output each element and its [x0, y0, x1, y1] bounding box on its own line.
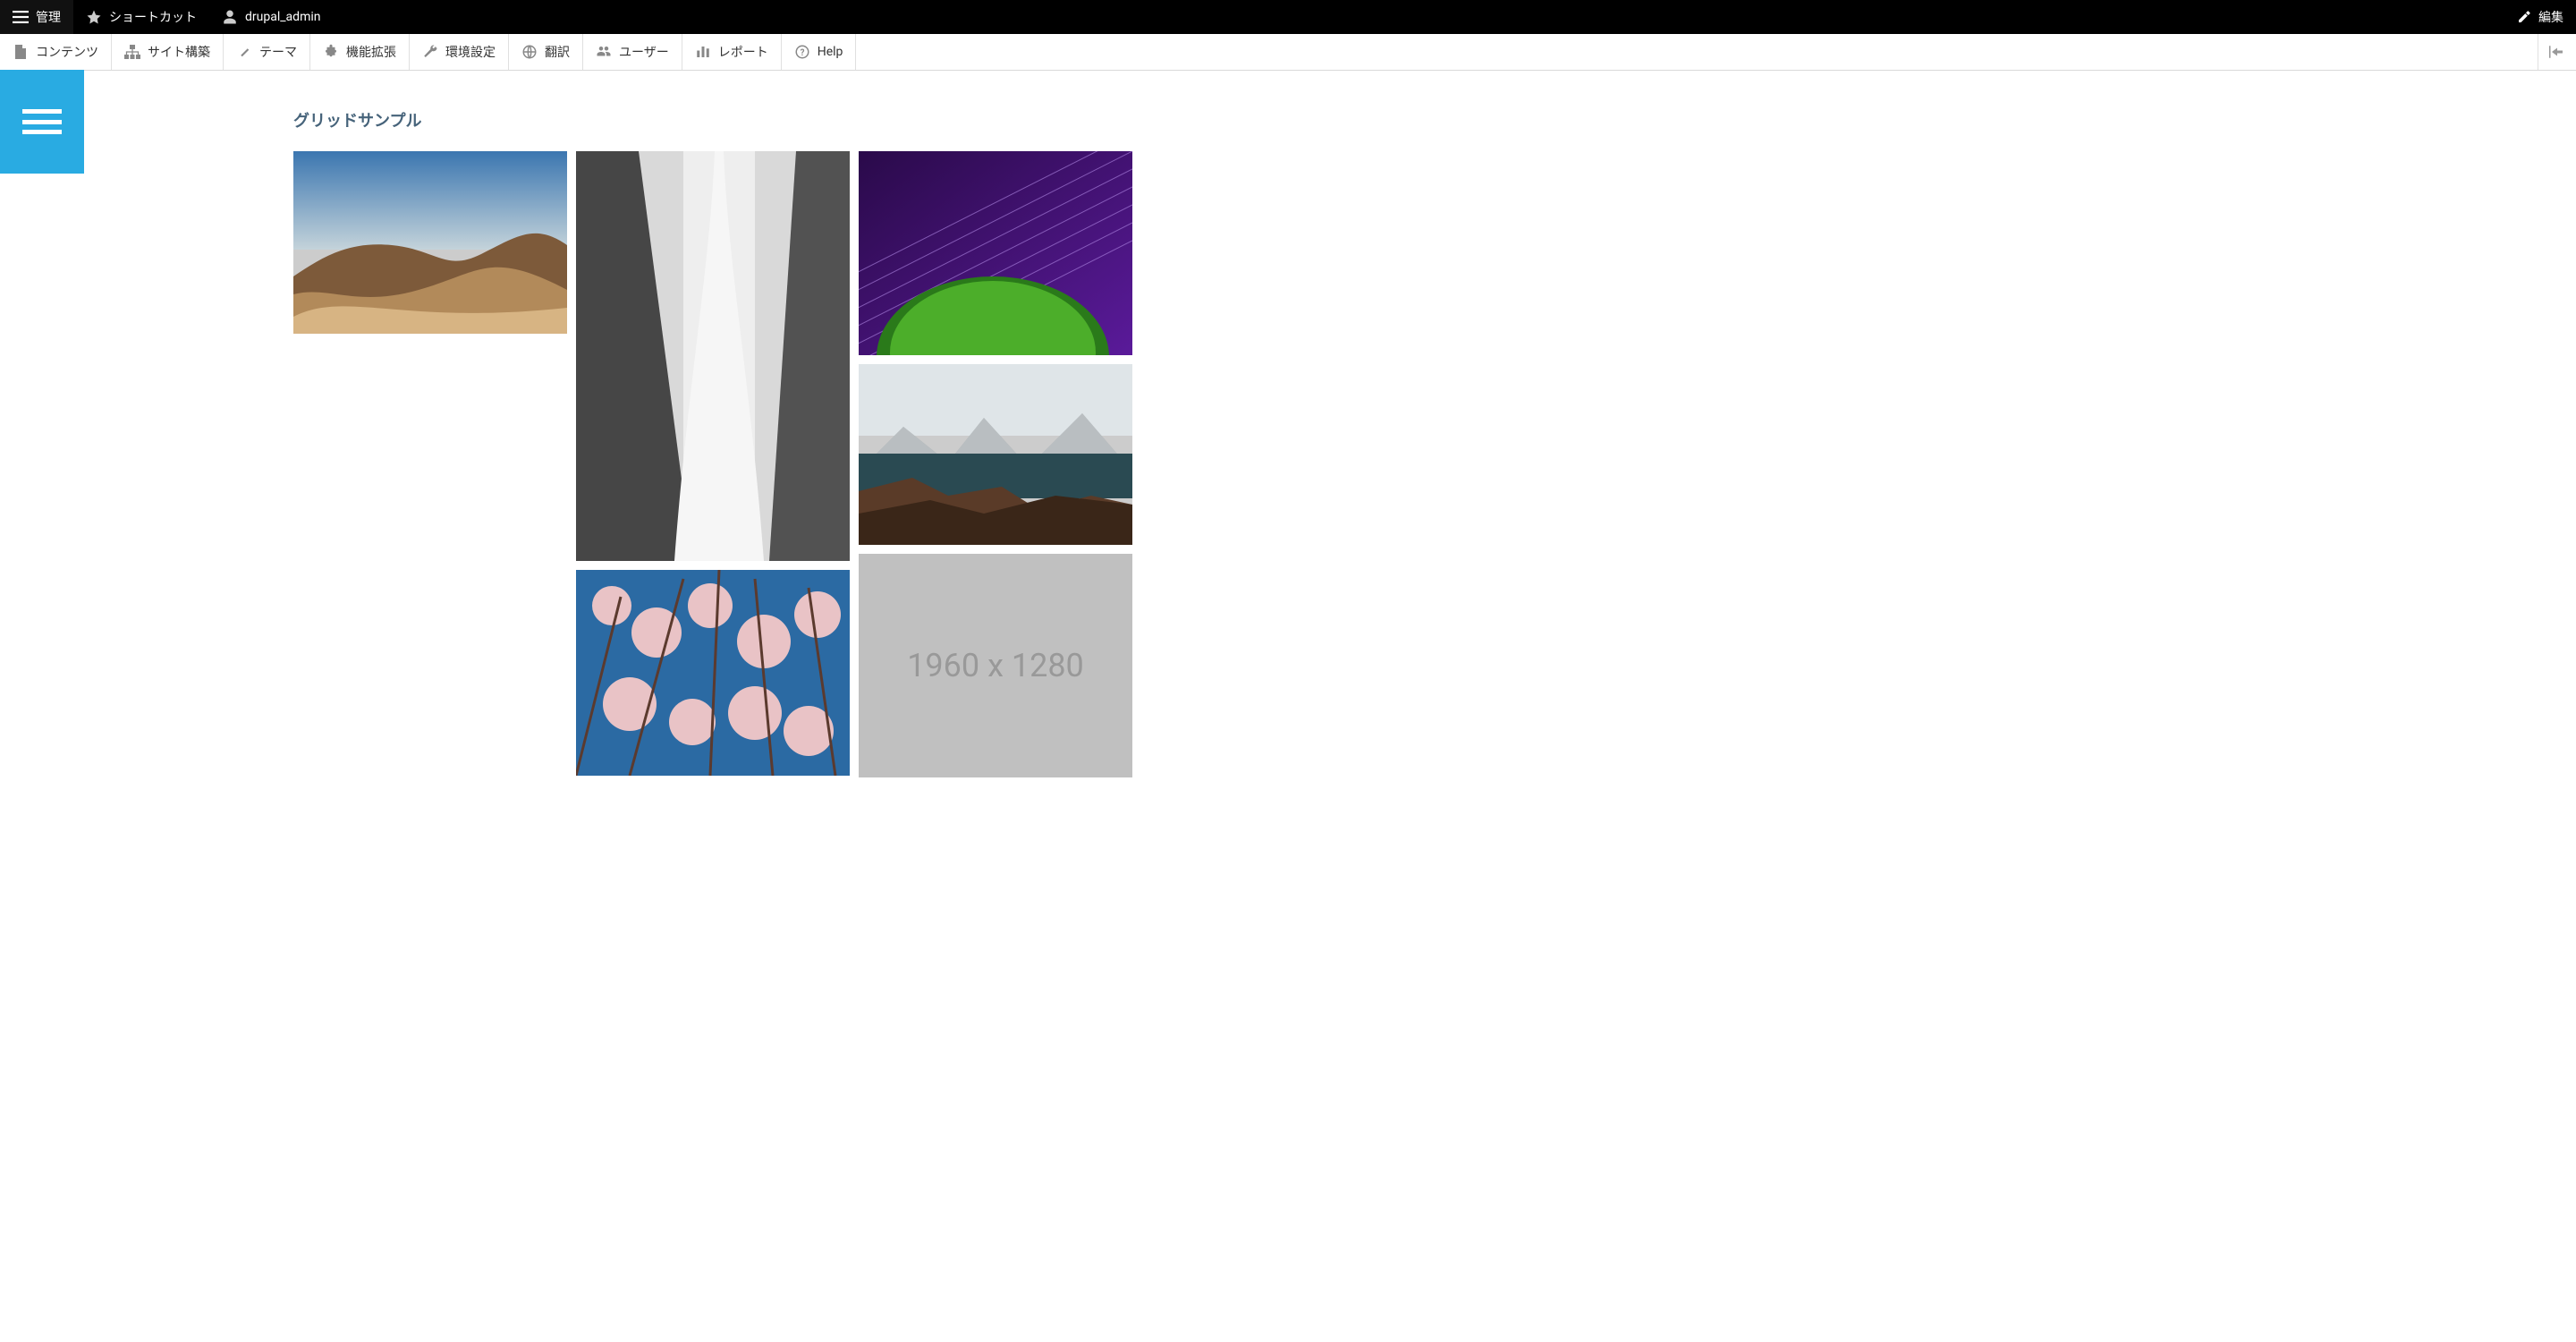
grid-image-snow[interactable] — [576, 151, 850, 561]
settings-label: 環境設定 — [445, 43, 496, 61]
translate-menu[interactable]: 翻訳 — [509, 34, 583, 70]
settings-menu[interactable]: 環境設定 — [410, 34, 509, 70]
grid-image-placeholder[interactable]: 1960 x 1280 — [859, 554, 1132, 777]
translate-label: 翻訳 — [545, 43, 570, 61]
report-label: レポート — [718, 43, 768, 61]
theme-menu[interactable]: テーマ — [224, 34, 310, 70]
user-admin-label: ユーザー — [619, 43, 669, 61]
manage-toggle[interactable]: 管理 — [0, 0, 73, 34]
admin-topbar: 管理 ショートカット drupal_admin 編集 — [0, 0, 2576, 34]
content-menu[interactable]: コンテンツ — [0, 34, 112, 70]
svg-text:?: ? — [800, 48, 804, 58]
extension-label: 機能拡張 — [346, 43, 396, 61]
theme-label: テーマ — [259, 43, 297, 61]
pencil-icon — [2517, 10, 2531, 24]
image-grid: 1960 x 1280 — [293, 151, 2576, 777]
grid-image-desert[interactable] — [293, 151, 567, 334]
edit-button[interactable]: 編集 — [2504, 0, 2576, 34]
edit-label: 編集 — [2538, 8, 2563, 26]
placeholder-dimensions-label: 1960 x 1280 — [907, 647, 1084, 684]
page-icon — [13, 45, 29, 59]
bar-chart-icon — [695, 44, 711, 60]
extension-menu[interactable]: 機能拡張 — [310, 34, 410, 70]
user-admin-menu[interactable]: ユーザー — [583, 34, 682, 70]
report-menu[interactable]: レポート — [682, 34, 782, 70]
hamburger-icon — [13, 11, 29, 23]
admin-secondbar: コンテンツ サイト構築 テーマ 機能拡張 環境設定 翻訳 ユーザ — [0, 34, 2576, 71]
users-icon — [596, 44, 612, 60]
shortcut-label: ショートカット — [109, 8, 197, 26]
grid-image-lake[interactable] — [859, 364, 1132, 545]
wand-icon — [236, 44, 252, 60]
globe-icon — [521, 44, 538, 60]
user-icon — [222, 9, 238, 25]
star-icon — [86, 9, 102, 25]
side-hamburger-button[interactable] — [0, 70, 84, 174]
collapse-icon — [2549, 46, 2565, 58]
wrench-icon — [422, 44, 438, 60]
hamburger-icon — [22, 109, 62, 134]
user-label: drupal_admin — [245, 10, 320, 24]
shortcut-button[interactable]: ショートカット — [73, 0, 209, 34]
collapse-toolbar-button[interactable] — [2538, 34, 2576, 70]
grid-image-purple[interactable] — [859, 151, 1132, 355]
content-label: コンテンツ — [36, 43, 98, 61]
sitemap-icon — [124, 45, 140, 59]
grid-image-blossom[interactable] — [576, 570, 850, 776]
help-menu[interactable]: ? Help — [782, 34, 857, 70]
help-label: Help — [818, 45, 843, 59]
help-icon: ? — [794, 44, 810, 60]
page-title: グリッドサンプル — [293, 108, 2576, 132]
puzzle-icon — [323, 44, 339, 60]
user-menu-button[interactable]: drupal_admin — [209, 0, 333, 34]
manage-label: 管理 — [36, 8, 61, 26]
structure-label: サイト構築 — [148, 43, 210, 61]
structure-menu[interactable]: サイト構築 — [112, 34, 224, 70]
